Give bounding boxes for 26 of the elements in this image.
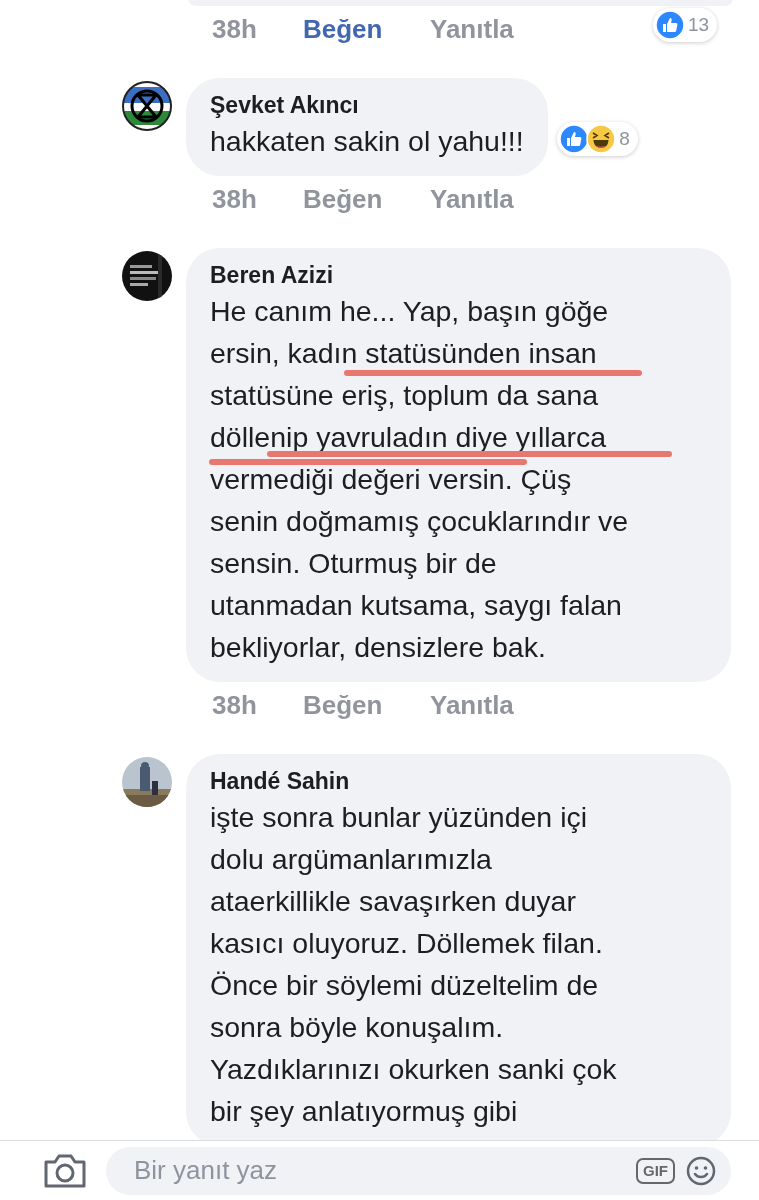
like-link[interactable]: Beğen — [303, 179, 430, 219]
author-name[interactable]: Handé Sahin — [210, 766, 707, 796]
like-link[interactable]: Beğen — [303, 685, 430, 725]
reaction-count: 8 — [619, 126, 630, 151]
like-link[interactable]: Beğen — [303, 9, 430, 49]
reply-link[interactable]: Yanıtla — [430, 179, 514, 219]
comment-time: 38h — [212, 12, 258, 46]
like-icon — [559, 124, 590, 154]
reaction-badge[interactable]: 8 — [557, 122, 638, 156]
like-icon — [655, 10, 685, 40]
comment-text: He canım he... Yap, başın göğe ersin, kadın statüsünden insan statüsüne eriş, toplum da sana döllenip yavruladın diye yıllarca vermediği değeri versin. Çüş senin doğmamış çocuklarındır ve sensin. Oturmuş bir de utanmadan kutsama, saygı falan bekliyorlar, densizlere bak. — [210, 294, 630, 665]
avatar-icon[interactable] — [122, 81, 172, 131]
reply-link[interactable]: Yanıtla — [430, 685, 514, 725]
laughing-face-icon — [586, 124, 617, 154]
comment-time: 38h — [212, 688, 258, 722]
reply-field[interactable]: Bir yanıt yaz GIF — [106, 1146, 731, 1195]
author-name[interactable]: Şevket Akıncı — [210, 90, 524, 120]
gif-button[interactable]: GIF — [636, 1157, 675, 1184]
emoji-icon[interactable] — [685, 1154, 717, 1187]
comment-text: hakkaten sakin ol yahu!!! — [210, 124, 524, 159]
comment-time: 38h — [212, 182, 258, 216]
comment-text: işte sonra bunlar yüzünden içi dolu argümanlarımızla ataerkillikle savaşırken duyar kasıcı oluyoruz. Döllemek filan. Önce bir söylemi düzeltelim de sonra böyle konuşalım. Yazdıklarınızı okurken sanki çok bir şey anlatıyormuş gibi — [210, 800, 618, 1129]
reaction-badge[interactable]: 13 — [653, 8, 718, 42]
reaction-count: 13 — [688, 12, 710, 37]
reply-link[interactable]: Yanıtla — [430, 9, 514, 49]
author-name[interactable]: Beren Azizi — [210, 260, 707, 290]
